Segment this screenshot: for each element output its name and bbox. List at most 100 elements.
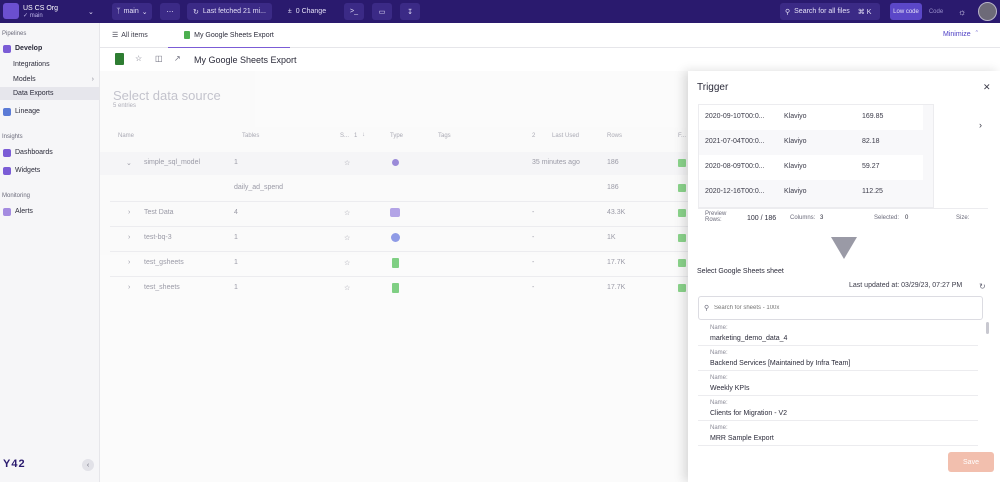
preview-value: 169.85 <box>862 113 884 120</box>
code-toggle[interactable]: Code <box>924 3 948 20</box>
col-last-used[interactable]: Last Used <box>552 133 579 139</box>
preview-row: 2020-08-09T00:0... Klaviyo 59.27 <box>699 155 923 180</box>
sidebar-item-label: Develop <box>15 45 43 52</box>
change-button[interactable]: ± 0 Change <box>278 3 336 20</box>
section-pipelines: Pipelines <box>2 31 27 37</box>
checkbox[interactable] <box>678 234 686 242</box>
list-item[interactable]: Name: MRR Sample Export <box>698 422 978 446</box>
row-name: Test Data <box>144 209 174 216</box>
sheet-name: marketing_demo_data_4 <box>710 335 788 342</box>
sidebar-item-alerts[interactable]: Alerts <box>0 205 99 218</box>
table-row[interactable]: › test_sheets 1 ☆ - 17.7K <box>100 277 688 300</box>
checkbox[interactable] <box>678 209 686 217</box>
minimize-button[interactable]: Minimize ˆ <box>943 31 978 38</box>
open-external-icon[interactable]: ↗ <box>174 54 181 63</box>
checkbox[interactable] <box>678 259 686 267</box>
row-rows: 43.3K <box>607 209 626 216</box>
branch-button[interactable]: ᛉ main ⌄ <box>112 3 152 20</box>
alert-icon <box>3 207 11 216</box>
global-search-button[interactable]: ⚲ Search for all files ⌘ K <box>780 3 880 20</box>
sheet-search-input[interactable] <box>714 301 969 315</box>
table-row[interactable]: › test-bq-3 1 ☆ - 1K <box>100 227 688 250</box>
collapse-sidebar-button[interactable]: ‹ <box>82 459 94 471</box>
chevron-right-icon[interactable]: › <box>128 234 130 241</box>
col-last-used-index: 2 <box>532 133 536 139</box>
col-name[interactable]: Name <box>118 133 134 139</box>
sidebar-item-label: Data Exports <box>13 90 54 97</box>
sheet-name-label: Name: <box>710 325 728 331</box>
sheet-name: Weekly KPIs <box>710 385 750 392</box>
star-icon[interactable]: ☆ <box>344 259 350 267</box>
list-item[interactable]: Name: marketing_demo_data_4 <box>698 322 978 346</box>
sidebar-item-develop[interactable]: Develop <box>0 42 99 55</box>
chevron-right-icon[interactable]: › <box>128 284 130 291</box>
terminal-icon: >_ <box>350 8 358 15</box>
checkbox[interactable] <box>678 284 686 292</box>
model-type-icon <box>392 159 399 166</box>
close-icon[interactable]: ✕ <box>983 82 991 93</box>
sheet-list-scrollbar[interactable] <box>986 322 989 334</box>
checkbox[interactable] <box>678 184 686 192</box>
sheets-icon <box>184 31 191 39</box>
org-switcher[interactable]: US CS Org ✓ main <box>23 0 93 23</box>
star-icon[interactable]: ☆ <box>344 209 350 217</box>
table-row[interactable]: › test_gsheets 1 ☆ - 17.7K <box>100 252 688 275</box>
selected-value: 0 <box>905 215 909 221</box>
folder-button[interactable]: ▭ <box>372 3 392 20</box>
sidebar-item-dashboards[interactable]: Dashboards <box>0 146 99 159</box>
list-item[interactable]: Name: Backend Services [Maintained by In… <box>698 347 978 371</box>
sidebar-item-models[interactable]: Models › <box>0 73 99 86</box>
sidebar-item-data-exports[interactable]: Data Exports <box>0 87 99 100</box>
star-icon[interactable]: ☆ <box>344 234 350 242</box>
download-button[interactable]: ↧ <box>400 3 420 20</box>
org-avatar[interactable] <box>3 3 19 19</box>
chevron-down-icon[interactable]: ⌄ <box>126 159 132 167</box>
sidebar-item-widgets[interactable]: Widgets <box>0 164 99 177</box>
star-icon[interactable]: ☆ <box>344 159 350 167</box>
star-icon[interactable]: ☆ <box>344 284 350 292</box>
fetch-button[interactable]: ↻ Last fetched 21 mi... <box>187 3 272 20</box>
git-branch-icon: ᛉ <box>116 8 121 15</box>
sidebar-item-label: Dashboards <box>15 149 53 156</box>
size-label: Size: <box>956 215 970 221</box>
row-tables: 1 <box>234 284 238 291</box>
tab-export[interactable]: My Google Sheets Export <box>168 23 290 48</box>
sidebar-item-lineage[interactable]: Lineage <box>0 105 99 118</box>
preview-value: 82.18 <box>862 138 880 145</box>
org-branch: ✓ main <box>23 12 43 19</box>
col-s[interactable]: S... <box>340 133 349 139</box>
user-avatar[interactable] <box>978 2 997 21</box>
commit-graph-button[interactable]: ⋯ <box>160 3 180 20</box>
flow-arrow-icon <box>831 237 857 259</box>
row-tables: 4 <box>234 209 238 216</box>
list-item[interactable]: Name: Weekly KPIs <box>698 372 978 396</box>
preview-next-icon[interactable]: › <box>979 120 982 130</box>
panel-icon[interactable]: ◫ <box>155 54 163 63</box>
sidebar-item-label: Widgets <box>15 167 41 174</box>
tab-all-items[interactable]: ☰ All items <box>112 31 148 40</box>
checkbox[interactable] <box>678 159 686 167</box>
chevron-right-icon[interactable]: › <box>128 259 130 266</box>
col-f[interactable]: F... <box>678 133 686 139</box>
star-icon[interactable]: ☆ <box>135 54 142 63</box>
notifications-icon[interactable]: ☼ <box>958 0 966 23</box>
table-row[interactable]: › Test Data 4 ☆ - 43.3K <box>100 202 688 225</box>
table-row[interactable]: daily_ad_spend 186 <box>100 177 688 200</box>
table-row[interactable]: ⌄ simple_sql_model 1 ☆ 35 minutes ago 18… <box>100 152 688 175</box>
col-tables[interactable]: Tables <box>242 133 259 139</box>
terminal-button[interactable]: >_ <box>344 3 364 20</box>
col-tags[interactable]: Tags <box>438 133 451 139</box>
sidebar-item-integrations[interactable]: Integrations <box>0 58 99 71</box>
sort-arrow-icon[interactable]: ↓ <box>362 132 365 138</box>
chevron-right-icon[interactable]: › <box>128 209 130 216</box>
list-item[interactable]: Name: Clients for Migration - V2 <box>698 397 978 421</box>
low-code-toggle[interactable]: Low code <box>890 3 922 20</box>
refresh-icon[interactable]: ↻ <box>979 282 986 291</box>
preview-table: 2020-09-10T00:0... Klaviyo 169.85 2021-0… <box>698 104 934 208</box>
save-button[interactable]: Save <box>948 452 994 472</box>
col-type[interactable]: Type <box>390 133 403 139</box>
sheets-logo-icon <box>115 53 124 65</box>
col-rows[interactable]: Rows <box>607 133 622 139</box>
sheet-search-field[interactable]: ⚲ <box>698 296 983 320</box>
chevron-down-icon[interactable]: ⌄ <box>88 0 94 23</box>
